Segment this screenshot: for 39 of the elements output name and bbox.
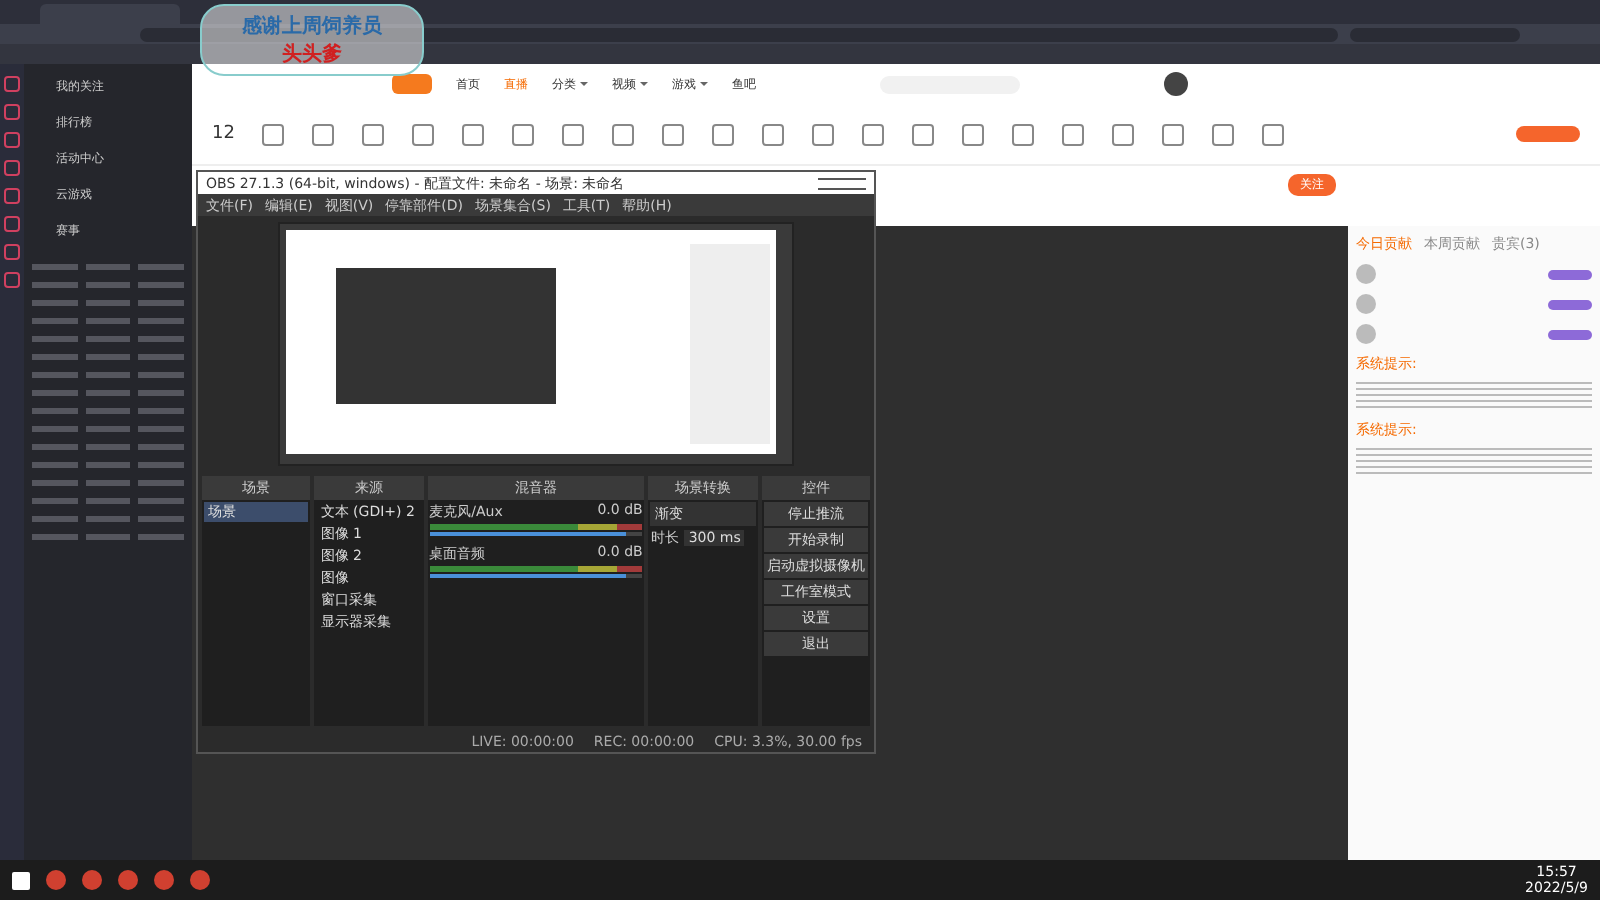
badge-icon: [1548, 269, 1592, 279]
square-icon[interactable]: [4, 244, 20, 260]
square-icon[interactable]: [4, 76, 20, 92]
square-icon[interactable]: [812, 123, 835, 145]
square-icon[interactable]: [562, 123, 585, 145]
square-icon[interactable]: [262, 123, 285, 145]
square-icon[interactable]: [1012, 123, 1035, 145]
square-icon[interactable]: [462, 123, 485, 145]
banner-name: 头头爹: [282, 41, 342, 68]
square-icon[interactable]: [1062, 123, 1085, 145]
square-icon[interactable]: [4, 188, 20, 204]
client-button[interactable]: [1516, 126, 1580, 142]
square-icon[interactable]: [862, 123, 885, 145]
square-icon[interactable]: [1162, 123, 1185, 145]
square-icon[interactable]: [612, 123, 635, 145]
square-icon[interactable]: [962, 123, 985, 145]
square-icon[interactable]: [712, 123, 735, 145]
square-icon[interactable]: [762, 123, 785, 145]
badge-icon: [1548, 299, 1592, 309]
logo-icon[interactable]: [392, 74, 432, 94]
square-icon[interactable]: [662, 123, 685, 145]
square-icon[interactable]: [1112, 123, 1135, 145]
square-icon[interactable]: [1212, 123, 1235, 145]
square-icon[interactable]: [512, 123, 535, 145]
square-icon[interactable]: [4, 104, 20, 120]
square-icon[interactable]: [912, 123, 935, 145]
banner-text: 感谢上周饲养员: [242, 12, 382, 40]
windows-icon[interactable]: [12, 871, 30, 889]
square-icon[interactable]: [412, 123, 435, 145]
square-icon[interactable]: [4, 160, 20, 176]
square-icon[interactable]: [362, 123, 385, 145]
square-icon[interactable]: [312, 123, 335, 145]
avatar-icon[interactable]: [1164, 72, 1188, 96]
square-icon[interactable]: [4, 272, 20, 288]
square-icon[interactable]: [1262, 123, 1285, 145]
badge-icon: [1548, 329, 1592, 339]
square-icon[interactable]: [4, 132, 20, 148]
count-label: 12: [212, 124, 235, 144]
square-icon[interactable]: [4, 216, 20, 232]
